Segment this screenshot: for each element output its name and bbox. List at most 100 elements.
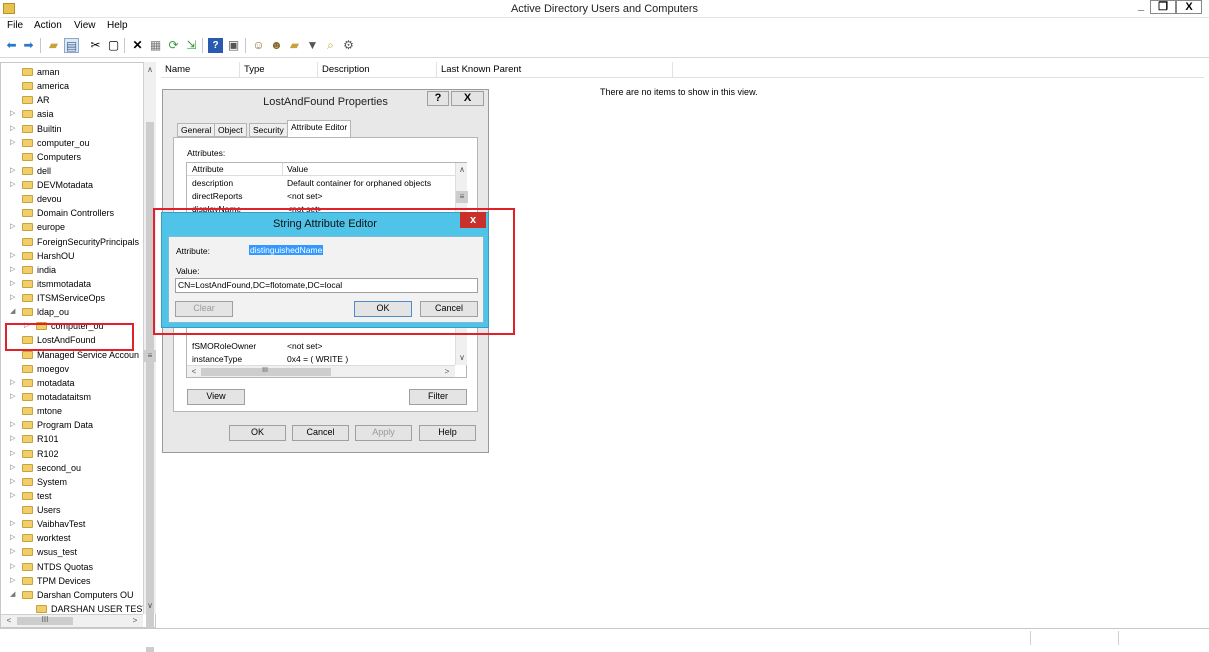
attribute-list-hscroll[interactable]: < III >	[187, 365, 455, 377]
properties-cancel-button[interactable]: Cancel	[292, 425, 349, 441]
tree-item[interactable]: ▷ R102	[1, 447, 146, 461]
attribute-name-value[interactable]: distinguishedName	[249, 245, 324, 255]
tree-item[interactable]: ▷ HarshOU	[1, 249, 146, 263]
expand-arrow-icon[interactable]: ▷	[10, 574, 16, 588]
scroll-left-arrow-icon[interactable]: <	[3, 615, 15, 627]
delete-icon[interactable]: ✕	[130, 38, 145, 53]
value-input[interactable]: CN=LostAndFound,DC=flotomate,DC=local	[175, 278, 478, 293]
scroll-right-arrow-icon[interactable]: >	[129, 615, 141, 627]
expand-arrow-icon[interactable]: ▷	[10, 220, 16, 234]
tree-item[interactable]: ▷ itsmmotadata	[1, 277, 146, 291]
tree-item[interactable]: mtone	[1, 404, 146, 418]
tree-item[interactable]: ▷ second_ou	[1, 461, 146, 475]
expand-arrow-icon[interactable]: ▷	[10, 432, 16, 446]
expand-arrow-icon[interactable]: ▷	[10, 461, 16, 475]
restore-button[interactable]: ❐	[1150, 0, 1176, 14]
expand-arrow-icon[interactable]: ▷	[10, 291, 16, 305]
tree-item[interactable]: ▷ asia	[1, 107, 146, 121]
up-folder-icon[interactable]: ▰	[46, 38, 61, 53]
cut-icon[interactable]: ✂	[88, 38, 103, 53]
column-value[interactable]: Value	[282, 163, 308, 176]
console-icon[interactable]: ▣	[226, 38, 241, 53]
tree-item[interactable]: ▷ computer_ou	[1, 136, 146, 150]
menu-action[interactable]: Action	[34, 20, 62, 31]
tree-item[interactable]: ▷ DEVMotadata	[1, 178, 146, 192]
attribute-row[interactable]: description Default container for orphane…	[192, 177, 431, 190]
tree-item[interactable]: ◢ Darshan Computers OU	[1, 588, 146, 602]
tree-item[interactable]: ▷ System	[1, 475, 146, 489]
scroll-left-arrow-icon[interactable]: <	[188, 366, 200, 378]
column-name[interactable]: Name	[161, 62, 240, 78]
forward-arrow-icon[interactable]: ➡	[21, 38, 36, 53]
groups-icon[interactable]: ☻	[269, 38, 284, 53]
new-ou-icon[interactable]: ▰	[287, 38, 302, 53]
tree-item[interactable]: ▷ NTDS Quotas	[1, 560, 146, 574]
find-icon[interactable]: ⌕	[323, 38, 338, 53]
attribute-row[interactable]: fSMORoleOwner <not set>	[192, 340, 322, 353]
expand-arrow-icon[interactable]: ▷	[10, 122, 16, 136]
expand-arrow-icon[interactable]: ▷	[10, 418, 16, 432]
properties-ok-button[interactable]: OK	[229, 425, 286, 441]
expand-arrow-icon[interactable]: ▷	[10, 107, 16, 121]
show-tree-icon[interactable]: ▤	[64, 38, 79, 53]
tree-item[interactable]: ◢ ldap_ou	[1, 305, 146, 319]
string-editor-close-button[interactable]: x	[460, 212, 486, 228]
export-icon[interactable]: ⇲	[184, 38, 199, 53]
tree-item[interactable]: ▷ wsus_test	[1, 545, 146, 559]
tab-attribute-editor[interactable]: Attribute Editor	[287, 120, 352, 137]
column-attribute[interactable]: Attribute	[192, 163, 224, 176]
tree-item[interactable]: AR	[1, 93, 146, 107]
tree-item[interactable]: ▷ Program Data	[1, 418, 146, 432]
expand-arrow-icon[interactable]: ◢	[10, 305, 16, 319]
tab-general[interactable]: General	[177, 123, 216, 137]
view-button[interactable]: View	[187, 389, 245, 405]
clear-button[interactable]: Clear	[175, 301, 233, 317]
tree-item[interactable]: Domain Controllers	[1, 206, 146, 220]
tree-horizontal-scrollbar[interactable]: < III >	[1, 614, 143, 627]
properties-close-button[interactable]: X	[451, 91, 484, 106]
back-arrow-icon[interactable]: ⬅	[4, 38, 19, 53]
filter-icon[interactable]: ▼	[305, 38, 320, 53]
tree-item[interactable]: ▷ TPM Devices	[1, 574, 146, 588]
scroll-right-arrow-icon[interactable]: >	[441, 366, 453, 378]
tree-item[interactable]: america	[1, 79, 146, 93]
menu-help[interactable]: Help	[107, 20, 128, 31]
tree-item[interactable]: moegov	[1, 362, 146, 376]
tab-security[interactable]: Security	[249, 123, 288, 137]
column-last-known-parent[interactable]: Last Known Parent	[437, 62, 673, 78]
expand-arrow-icon[interactable]: ◢	[10, 588, 16, 602]
tree-item[interactable]: Users	[1, 503, 146, 517]
scroll-down-arrow-icon[interactable]: ∨	[144, 600, 156, 612]
scroll-up-arrow-icon[interactable]: ∧	[144, 64, 156, 76]
expand-arrow-icon[interactable]: ▷	[10, 164, 16, 178]
expand-arrow-icon[interactable]: ▷	[10, 560, 16, 574]
expand-arrow-icon[interactable]: ▷	[10, 376, 16, 390]
attribute-row[interactable]: directReports <not set>	[192, 190, 322, 203]
menu-file[interactable]: File	[7, 20, 23, 31]
properties-help-bottom-button[interactable]: Help	[419, 425, 476, 441]
tree-item[interactable]: devou	[1, 192, 146, 206]
expand-arrow-icon[interactable]: ▷	[10, 277, 16, 291]
properties-help-button[interactable]: ?	[427, 91, 449, 106]
tree-item[interactable]: ▷ ITSMServiceOps	[1, 291, 146, 305]
filter-button[interactable]: Filter	[409, 389, 467, 405]
tree-item[interactable]: ▷ motadataitsm	[1, 390, 146, 404]
tree-item[interactable]: ▷ test	[1, 489, 146, 503]
expand-arrow-icon[interactable]: ▷	[10, 390, 16, 404]
tree-item[interactable]: ForeignSecurityPrincipals	[1, 235, 146, 249]
tree-item[interactable]: ▷ dell	[1, 164, 146, 178]
string-editor-ok-button[interactable]: OK	[354, 301, 412, 317]
tree-item[interactable]: Computers	[1, 150, 146, 164]
tab-object[interactable]: Object	[214, 123, 247, 137]
scroll-down-arrow-icon[interactable]: ∨	[456, 352, 468, 364]
tree-item[interactable]: ▷ worktest	[1, 531, 146, 545]
string-editor-cancel-button[interactable]: Cancel	[420, 301, 478, 317]
properties-apply-button[interactable]: Apply	[355, 425, 412, 441]
expand-arrow-icon[interactable]: ▷	[10, 517, 16, 531]
expand-arrow-icon[interactable]: ▷	[10, 475, 16, 489]
tree-item[interactable]: ▷ motadata	[1, 376, 146, 390]
delegate-icon[interactable]: ⚙	[341, 38, 356, 53]
close-button[interactable]: X	[1176, 0, 1202, 14]
expand-arrow-icon[interactable]: ▷	[10, 178, 16, 192]
expand-arrow-icon[interactable]: ▷	[10, 489, 16, 503]
